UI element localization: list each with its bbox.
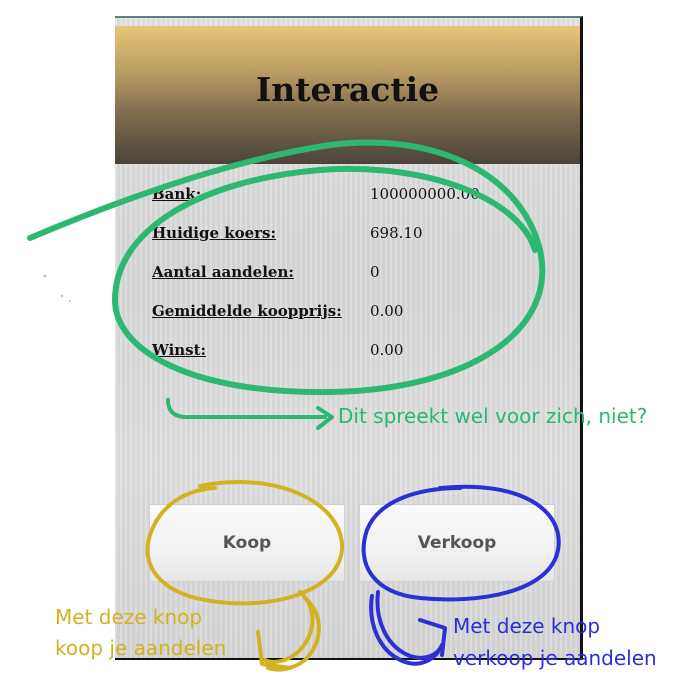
stat-label-share-count: Aantal aandelen: — [152, 263, 294, 281]
sell-annotation-text: Met deze knop verkoop je aandelen — [453, 610, 657, 674]
stat-value-bank: 100000000.00 — [370, 185, 480, 203]
buy-annotation-line-2: koop je aandelen — [55, 636, 227, 660]
stats-annotation-text: Dit spreekt wel voor zich, niet? — [338, 404, 648, 428]
buy-annotation-line-1: Met deze knop — [55, 605, 203, 629]
stat-label-average-purchase-price: Gemiddelde koopprijs: — [152, 302, 342, 320]
stat-value-share-count: 0 — [370, 263, 380, 281]
buy-button[interactable]: Koop — [149, 504, 345, 582]
stat-label-current-price: Huidige koers: — [152, 224, 277, 242]
stat-value-profit: 0.00 — [370, 341, 404, 359]
page-title: Interactie — [255, 70, 440, 109]
stat-label-profit: Winst: — [152, 341, 207, 359]
stat-value-average-purchase-price: 0.00 — [370, 302, 404, 320]
panel-header: Interactie — [115, 26, 580, 164]
sell-annotation-line-1: Met deze knop — [453, 614, 601, 638]
stat-label-bank: Bank: — [152, 185, 202, 203]
ink-specks — [43, 274, 71, 302]
interaction-panel: Interactie Bank: 100000000.00 Huidige ko… — [115, 16, 583, 660]
sell-annotation-line-2: verkoop je aandelen — [453, 646, 657, 670]
buy-annotation-text: Met deze knop koop je aandelen — [55, 602, 226, 664]
sell-button[interactable]: Verkoop — [359, 504, 555, 582]
stat-value-current-price: 698.10 — [370, 224, 423, 242]
